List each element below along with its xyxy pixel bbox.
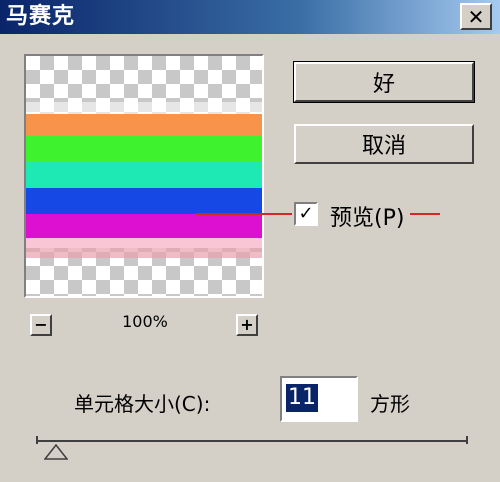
minus-icon: −: [34, 315, 48, 334]
preview-pane[interactable]: [24, 54, 264, 298]
preview-color-band: [26, 114, 262, 136]
preview-color-band: [26, 162, 262, 188]
preview-checkbox-label[interactable]: 预览(P): [330, 200, 404, 232]
preview-color-band: [26, 214, 262, 238]
preview-color-band: [26, 188, 262, 214]
zoom-level: 100%: [122, 312, 168, 331]
slider-thumb-icon[interactable]: [44, 444, 68, 460]
close-icon: ✕: [467, 4, 485, 29]
cell-size-slider-track[interactable]: [36, 436, 468, 444]
zoom-out-button[interactable]: −: [30, 314, 52, 336]
preview-color-band: [26, 136, 262, 162]
zoom-in-button[interactable]: +: [236, 314, 258, 336]
cell-size-unit: 方形: [370, 392, 410, 416]
dialog-title: 马赛克: [6, 4, 76, 29]
cancel-button[interactable]: 取消: [294, 124, 474, 164]
title-bar[interactable]: 马赛克 ✕: [0, 0, 500, 34]
plus-icon: +: [240, 315, 254, 334]
cell-size-value: 11: [286, 384, 318, 412]
check-icon: ✓: [298, 203, 314, 224]
preview-color-band: [26, 102, 262, 114]
cell-size-label: 单元格大小(C):: [74, 392, 211, 416]
cell-size-input[interactable]: 11: [280, 376, 358, 422]
preview-color-band: [26, 238, 262, 248]
preview-checkbox[interactable]: ✓: [294, 202, 318, 226]
red-annotation-line: [196, 213, 292, 215]
red-annotation-line: [410, 213, 440, 215]
ok-button[interactable]: 好: [293, 61, 475, 103]
close-button[interactable]: ✕: [460, 3, 492, 30]
preview-color-band: [26, 248, 262, 258]
